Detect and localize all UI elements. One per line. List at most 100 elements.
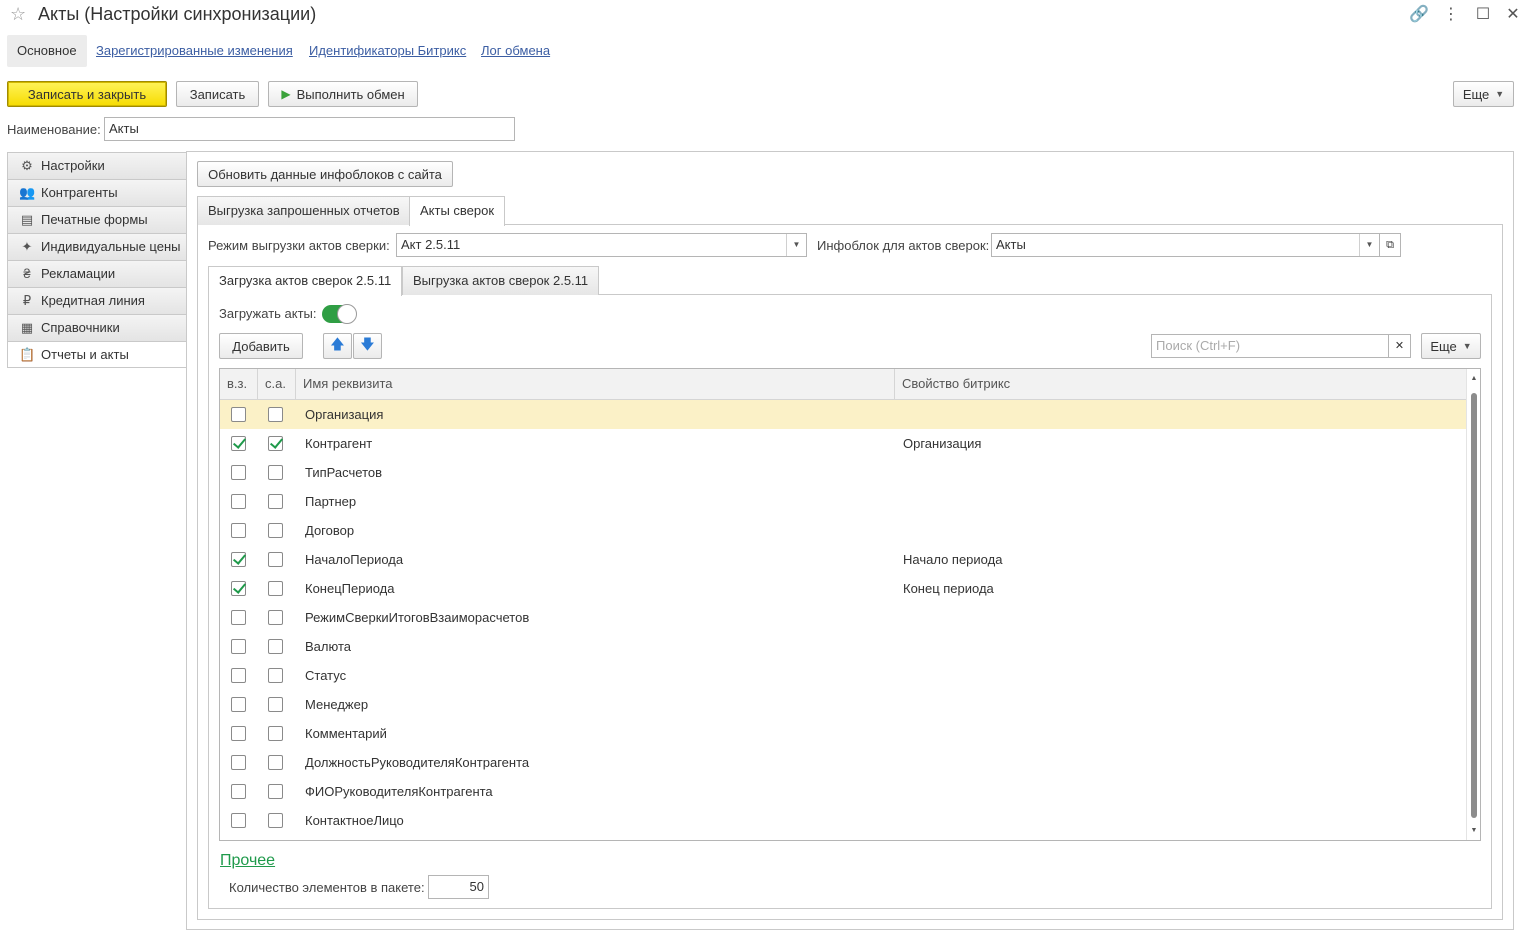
sa-checkbox[interactable] [268,755,283,770]
sidebar-item-individual-prices[interactable]: ✦ Индивидуальные цены [7,233,187,260]
bitrix-property-cell[interactable]: Начало периода [903,545,1002,574]
exchange-button[interactable]: ▶ Выполнить обмен [268,81,418,107]
maximize-icon[interactable]: ☐ [1473,4,1493,24]
table-row[interactable]: Статус [220,661,1466,690]
more-vertical-icon[interactable]: ⋮ [1441,4,1461,24]
vz-checkbox[interactable] [231,581,246,596]
table-row[interactable]: КонтактноеЛицо [220,806,1466,835]
move-up-icon[interactable]: 🡅 [323,333,352,359]
mode-select[interactable]: Акт 2.5.11 ▼ [396,233,807,257]
vz-checkbox[interactable] [231,465,246,480]
tab-requested-reports[interactable]: Выгрузка запрошенных отчетов [197,196,411,225]
table-row[interactable]: Комментарий [220,719,1466,748]
vz-checkbox[interactable] [231,552,246,567]
sa-checkbox[interactable] [268,552,283,567]
table-row[interactable]: Контрагент Организация [220,429,1466,458]
sa-checkbox[interactable] [268,813,283,828]
vz-checkbox[interactable] [231,784,246,799]
attribute-name-cell[interactable]: Организация [305,400,383,429]
sidebar-item-settings[interactable]: ⚙ Настройки [7,152,187,179]
save-and-close-button[interactable]: Записать и закрыть [7,81,167,107]
batch-size-input[interactable]: 50 [428,875,489,899]
other-link[interactable]: Прочее [220,852,275,870]
sa-checkbox[interactable] [268,668,283,683]
link-icon[interactable]: 🔗 [1409,4,1429,24]
dropdown-arrow-icon[interactable]: ▼ [1359,234,1379,256]
sa-checkbox[interactable] [268,523,283,538]
attribute-name-cell[interactable]: ДолжностьРуководителяКонтрагента [305,748,529,777]
column-header-vz[interactable]: в.з. [220,369,258,400]
table-row[interactable]: Менеджер [220,690,1466,719]
column-header-sa[interactable]: с.а. [258,369,296,400]
vz-checkbox[interactable] [231,639,246,654]
bitrix-property-cell[interactable]: Конец периода [903,574,994,603]
bitrix-property-cell[interactable]: Организация [903,429,981,458]
refresh-infoblocks-button[interactable]: Обновить данные инфоблоков с сайта [197,161,453,187]
sidebar-item-print-forms[interactable]: ▤ Печатные формы [7,206,187,233]
name-input[interactable]: Акты [104,117,515,141]
more-button[interactable]: Еще ▼ [1453,81,1514,107]
table-row[interactable]: КонецПериода Конец периода [220,574,1466,603]
tab-reconciliation-acts[interactable]: Акты сверок [409,196,506,226]
sa-checkbox[interactable] [268,697,283,712]
attribute-name-cell[interactable]: РежимСверкиИтоговВзаиморасчетов [305,603,529,632]
vz-checkbox[interactable] [231,407,246,422]
vz-checkbox[interactable] [231,610,246,625]
vz-checkbox[interactable] [231,523,246,538]
sidebar-item-reclamations[interactable]: ₴ Рекламации [7,260,187,287]
close-icon[interactable]: ✕ [1503,4,1523,24]
table-more-button[interactable]: Еще ▼ [1421,333,1481,359]
tab-bitrix-ids[interactable]: Идентификаторы Битрикс [299,35,476,67]
sidebar-item-credit-line[interactable]: ₽ Кредитная линия [7,287,187,314]
vz-checkbox[interactable] [231,697,246,712]
attribute-name-cell[interactable]: НачалоПериода [305,545,403,574]
tab-unload-acts[interactable]: Выгрузка актов сверок 2.5.11 [402,266,600,295]
clear-search-icon[interactable]: ✕ [1388,334,1411,358]
sa-checkbox[interactable] [268,639,283,654]
attribute-name-cell[interactable]: ФИОРуководителяКонтрагента [305,777,493,806]
sa-checkbox[interactable] [268,726,283,741]
vz-checkbox[interactable] [231,726,246,741]
add-button[interactable]: Добавить [219,333,303,359]
table-row[interactable]: Партнер [220,487,1466,516]
vz-checkbox[interactable] [231,813,246,828]
save-button[interactable]: Записать [176,81,259,107]
load-acts-toggle[interactable] [322,304,357,324]
attribute-name-cell[interactable]: Статус [305,661,346,690]
sa-checkbox[interactable] [268,784,283,799]
table-row[interactable]: ДолжностьРуководителяКонтрагента [220,748,1466,777]
vz-checkbox[interactable] [231,668,246,683]
sa-checkbox[interactable] [268,581,283,596]
table-row[interactable]: Договор [220,516,1466,545]
infoblock-select[interactable]: Акты ▼ [991,233,1380,257]
vertical-scrollbar[interactable]: ▲ ▼ [1466,369,1480,840]
table-row[interactable]: ФИОРуководителяКонтрагента [220,777,1466,806]
scroll-down-icon[interactable]: ▼ [1467,827,1480,834]
vz-checkbox[interactable] [231,494,246,509]
dropdown-arrow-icon[interactable]: ▼ [786,234,806,256]
table-row[interactable]: Валюта [220,632,1466,661]
attribute-name-cell[interactable]: Менеджер [305,690,368,719]
sidebar-item-catalogs[interactable]: ▦ Справочники [7,314,187,341]
table-row[interactable]: Организация [220,400,1466,429]
sidebar-item-reports-acts[interactable]: 📋 Отчеты и акты [7,341,187,368]
open-icon[interactable]: ⧉ [1379,233,1401,257]
sidebar-item-counterparties[interactable]: 👥 Контрагенты [7,179,187,206]
attribute-name-cell[interactable]: Контрагент [305,429,372,458]
scrollbar-thumb[interactable] [1471,393,1477,818]
table-row[interactable]: РежимСверкиИтоговВзаиморасчетов [220,603,1466,632]
attribute-name-cell[interactable]: Партнер [305,487,356,516]
move-down-icon[interactable]: 🡇 [353,333,382,359]
sa-checkbox[interactable] [268,436,283,451]
attributes-table[interactable]: в.з. с.а. Имя реквизита Свойство битрикс… [219,368,1481,841]
attribute-name-cell[interactable]: КонтактноеЛицо [305,806,404,835]
tab-main[interactable]: Основное [7,35,87,67]
attribute-name-cell[interactable]: Валюта [305,632,351,661]
scroll-up-icon[interactable]: ▲ [1467,375,1480,382]
column-header-bitrix-property[interactable]: Свойство битрикс [895,369,1468,400]
attribute-name-cell[interactable]: КонецПериода [305,574,394,603]
attribute-name-cell[interactable]: Договор [305,516,354,545]
attribute-name-cell[interactable]: Комментарий [305,719,387,748]
sa-checkbox[interactable] [268,407,283,422]
sa-checkbox[interactable] [268,465,283,480]
